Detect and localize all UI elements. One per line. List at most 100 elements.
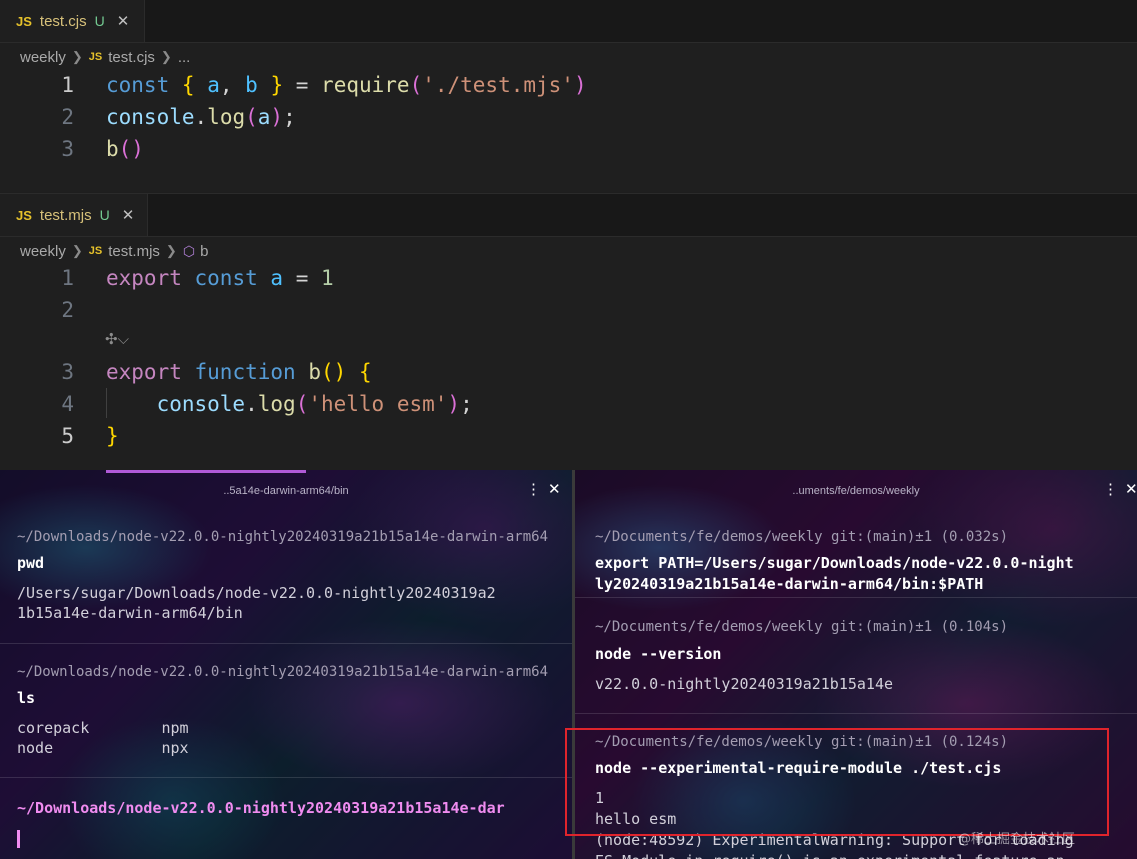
terminal-output-line: corepack npm [17,719,189,737]
line-number: 3 [61,360,74,384]
code-token: const [106,73,170,97]
code-token: ; [283,105,296,129]
terminal-cwd: ~/Downloads/node-v22.0.0-nightly20240319… [17,664,549,680]
breadcrumb-file[interactable]: test.cjs [108,49,155,66]
code-token: './test.mjs' [422,73,574,97]
code-token: . [245,392,258,416]
code-token: ( [295,392,309,416]
code-line[interactable]: 5} [0,420,1137,452]
breadcrumb-folder[interactable]: weekly [20,49,66,66]
untracked-badge: U [94,13,105,29]
editor-test-mjs: JS test.mjs U ✕ weekly ❯ JS test.mjs ❯ ⬡… [0,193,1137,471]
code-token: export [106,360,182,384]
js-file-icon: JS [88,51,103,63]
code-line[interactable]: 4 console.log('hello esm'); [0,388,1137,420]
code-text: } [106,420,119,452]
code-token: b [106,137,119,161]
code-token: log [257,392,296,416]
code-token: 1 [320,266,334,290]
code-token: . [194,105,208,129]
code-token: () [118,137,144,161]
tab-label: test.cjs [39,12,87,30]
breadcrumb: weekly ❯ JS test.mjs ❯ ⬡ b [20,238,208,264]
breadcrumb-file[interactable]: test.mjs [108,243,160,260]
untracked-badge: U [99,207,110,223]
close-icon[interactable]: ✕ [1125,480,1137,498]
terminal-output-line: 1b15a14e-darwin-arm64/bin [17,604,243,622]
code-line[interactable]: 3 export function b() { [0,356,1137,388]
more-icon[interactable]: ⋮ [1103,480,1118,498]
close-icon[interactable]: ✕ [117,12,130,30]
code-token: b [245,73,258,97]
code-token: { [181,73,195,97]
editor-test-cjs: JS test.cjs U ✕ weekly ❯ JS test.cjs ❯ .… [0,0,1137,192]
js-file-icon: JS [16,13,32,29]
code-token: = [283,266,321,290]
code-text: const { a, b } = require('./test.mjs') [106,69,587,101]
active-pane-indicator [106,470,306,473]
code-token: ) [270,105,284,129]
terminal-cursor [17,830,20,848]
chevron-right-icon: ❯ [71,49,83,64]
terminal-title: ..5a14e-darwin-arm64/bin [223,485,349,497]
terminal-output-line: /Users/sugar/Downloads/node-v22.0.0-nigh… [17,584,496,602]
terminal-output-line: v22.0.0-nightly20240319a21b15a14e [595,675,894,693]
terminal-pane-left[interactable]: ..5a14e-darwin-arm64/bin ⋮ ✕ ~/Downloads… [0,470,572,859]
js-file-icon: JS [88,245,103,257]
code-area[interactable]: 1 export const a = 1 2 3 export function b()… [0,262,1137,462]
code-token: console [156,392,246,416]
line-number: 5 [61,424,74,448]
terminal-cwd: ~/Documents/fe/demos/weekly git:(main)±1… [595,619,1009,635]
code-token: a [207,73,220,97]
code-token: ( [409,73,423,97]
code-text: export const a = 1 [106,262,334,294]
line-number: 1 [61,73,74,97]
code-text: console.log(a); [106,101,296,133]
code-token: function [194,360,296,384]
code-line[interactable]: 1 const { a, b } = require('./test.mjs') [0,69,1137,101]
code-line[interactable]: 1 export const a = 1 [0,262,1137,294]
tab-label: test.mjs [39,206,92,224]
tab-bar: JS test.mjs U ✕ [0,194,1137,237]
line-number: 2 [61,105,74,129]
code-token: console [106,105,195,129]
code-token: ) [447,392,461,416]
code-token: export [106,266,182,290]
breadcrumb-more[interactable]: ... [178,49,191,66]
more-icon[interactable]: ⋮ [526,480,541,498]
code-text: console.log('hello esm'); [106,388,473,420]
terminal-output-line: ES Module in require() is an experimenta… [595,852,1065,859]
breadcrumb-symbol[interactable]: b [200,243,208,260]
tab-test-cjs[interactable]: JS test.cjs U ✕ [0,0,145,42]
code-line[interactable]: 2 console.log(a); [0,101,1137,133]
code-line[interactable]: 2 [0,294,1137,326]
terminal-prompt: ~/Downloads/node-v22.0.0-nightly20240319… [17,799,505,817]
highlight-box [565,728,1109,836]
terminal-title: ..uments/fe/demos/weekly [792,485,920,497]
symbol-icon: ⬡ [182,242,196,259]
code-token: a [257,105,271,129]
close-icon[interactable]: ✕ [548,480,561,498]
tab-test-mjs[interactable]: JS test.mjs U ✕ [0,194,148,236]
block-divider [0,777,572,778]
code-token: } [270,73,284,97]
close-icon[interactable]: ✕ [122,206,135,224]
breadcrumb-folder[interactable]: weekly [20,243,66,260]
indent-guide [106,388,107,418]
code-line[interactable]: 3 b() [0,133,1137,165]
line-number: 3 [61,137,74,161]
terminal-cwd: ~/Downloads/node-v22.0.0-nightly20240319… [17,529,549,545]
code-area[interactable]: 1 const { a, b } = require('./test.mjs') 2… [0,69,1137,179]
code-token: } [106,424,119,448]
code-token: require [321,73,410,97]
code-token: log [207,105,246,129]
codelens-icon[interactable]: ✣⌵ [105,330,129,348]
chevron-right-icon: ❯ [71,243,83,258]
chevron-right-icon: ❯ [160,49,172,64]
